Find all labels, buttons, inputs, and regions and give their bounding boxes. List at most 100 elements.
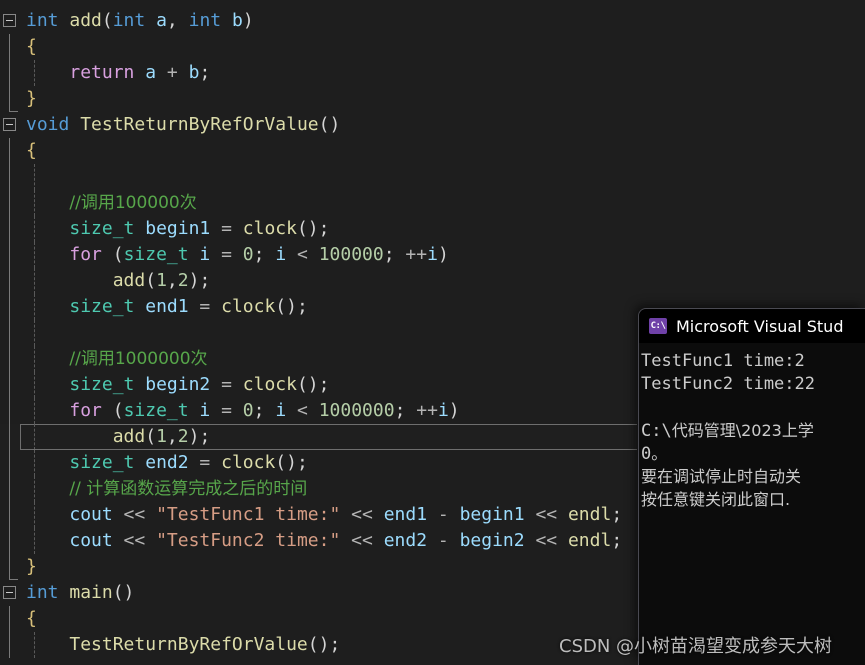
code-token: ) [448, 400, 460, 421]
code-token: ; [318, 218, 330, 239]
code-token: ; [329, 634, 341, 655]
code-token: TestReturnByRefOrValue [69, 634, 308, 655]
code-token: for [69, 400, 102, 421]
code-token: clock [221, 452, 276, 473]
code-token: () [112, 582, 135, 603]
code-token: end1 [383, 504, 428, 525]
code-token: , [166, 426, 178, 447]
code-token: begin2 [134, 374, 222, 395]
cmd-icon-text: C:\ [650, 320, 666, 331]
code-token: size_t [69, 296, 135, 317]
code-line[interactable]: { [0, 138, 865, 164]
code-line[interactable]: add(1,2); [0, 268, 865, 294]
code-token: size_t [123, 244, 189, 265]
code-token: cout [69, 530, 124, 551]
code-line[interactable]: for (size_t i = 0; i < 100000; ++i) [0, 242, 865, 268]
console-window-title: Microsoft Visual Stud [676, 316, 844, 336]
code-line-text: add(1,2); [0, 268, 211, 294]
code-line[interactable] [0, 164, 865, 190]
code-token: () [275, 452, 297, 473]
code-token: () [296, 218, 319, 239]
code-line-text: int main() [0, 580, 134, 606]
code-line-text: TestReturnByRefOrValue(); [0, 632, 340, 658]
code-token: ; [611, 530, 623, 551]
code-token: + [166, 62, 178, 83]
code-token: int [188, 10, 222, 31]
code-line[interactable]: //调用100000次 [0, 190, 865, 216]
code-line[interactable]: int add(int a, int b) [0, 8, 865, 34]
console-text-cjk: 按任意键关闭此窗口. [641, 490, 791, 509]
code-token: ; [318, 374, 330, 395]
code-line[interactable]: size_t begin1 = clock(); [0, 216, 865, 242]
code-token: < [297, 244, 308, 265]
code-line-text: } [0, 86, 37, 112]
code-token: 2 [177, 270, 189, 291]
code-token: << [123, 504, 146, 525]
code-token: ; [296, 296, 308, 317]
code-token: << [535, 530, 558, 551]
code-token: cout [69, 504, 124, 525]
code-line-text: for (size_t i = 0; i < 100000; ++i) [0, 242, 448, 268]
code-line-text: add(1,2); [0, 424, 211, 450]
code-token: ( [145, 426, 157, 447]
code-token: for [69, 244, 102, 265]
code-token: ; [611, 504, 623, 525]
code-line[interactable]: { [0, 34, 865, 60]
code-token: { [26, 36, 37, 57]
code-token: void [26, 114, 70, 135]
console-window[interactable]: C:\ Microsoft Visual Stud TestFunc1 time… [638, 308, 865, 665]
code-token: i [275, 400, 298, 421]
code-token: clock [221, 296, 276, 317]
code-token: "TestFunc2 time:" [156, 530, 341, 551]
code-token: begin1 [134, 218, 222, 239]
code-line-text: for (size_t i = 0; i < 1000000; ++i) [0, 398, 460, 424]
code-token: << [351, 504, 373, 525]
code-line-text: cout << "TestFunc1 time:" << end1 - begi… [0, 502, 622, 528]
code-token: } [26, 88, 37, 109]
code-token: = [221, 244, 232, 265]
code-token: { [26, 608, 37, 629]
code-line-text: size_t begin1 = clock(); [0, 216, 330, 242]
code-line[interactable]: void TestReturnByRefOrValue() [0, 112, 865, 138]
code-token: end1 [134, 296, 200, 317]
fold-region-bar [9, 164, 10, 190]
console-text-ascii: 0 [641, 444, 652, 464]
console-titlebar[interactable]: C:\ Microsoft Visual Stud [639, 309, 865, 343]
code-token: , [166, 10, 189, 31]
code-line[interactable]: } [0, 86, 865, 112]
line-gutter[interactable] [0, 320, 26, 346]
code-token: return [69, 62, 135, 83]
code-token: i [437, 400, 449, 421]
cmd-icon: C:\ [649, 318, 667, 334]
code-token: () [318, 114, 341, 135]
indent-guide [34, 164, 35, 190]
console-output-line: 按任意键关闭此窗口. [641, 488, 865, 511]
code-line-text: return a + b; [0, 60, 210, 86]
line-gutter[interactable] [0, 164, 26, 190]
code-token: ( [101, 244, 124, 265]
code-token: ++ [405, 244, 428, 265]
code-token: = [221, 374, 232, 395]
code-token: 0 [242, 244, 254, 265]
console-output-line: 要在调试停止时自动关 [641, 465, 865, 488]
csdn-watermark: CSDN @小树苗渴望变成参天大树 [559, 636, 833, 657]
code-token: size_t [123, 400, 189, 421]
code-token: begin2 [459, 530, 525, 551]
code-token: - [427, 504, 460, 525]
code-token: () [275, 296, 297, 317]
code-line[interactable]: return a + b; [0, 60, 865, 86]
